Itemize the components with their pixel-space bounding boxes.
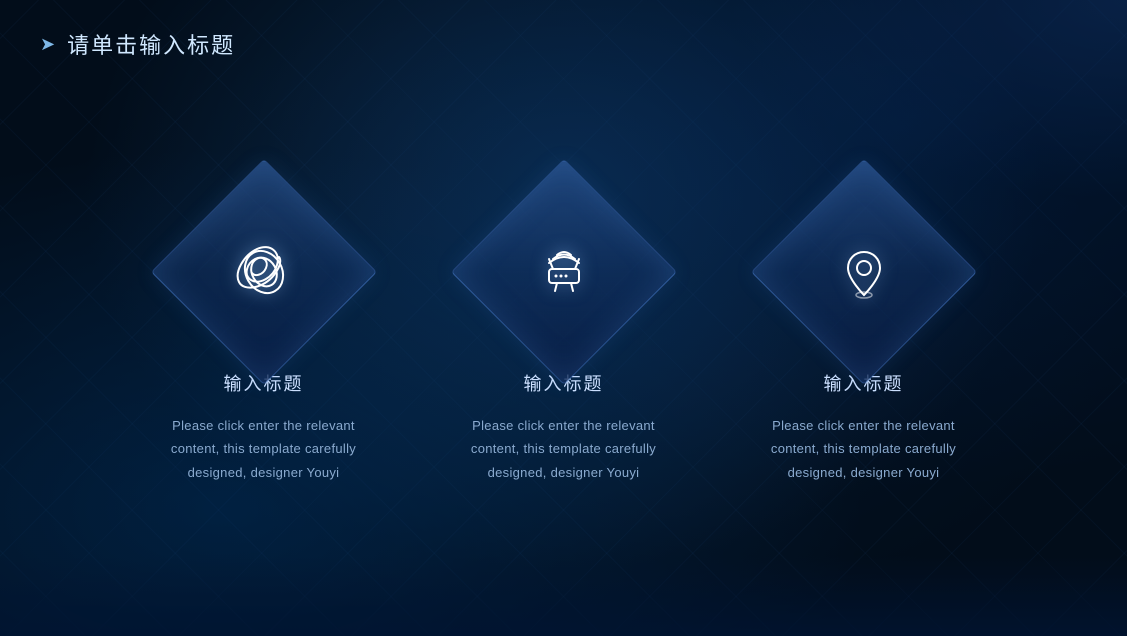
page-title[interactable]: 请单击输入标题 [67, 28, 235, 60]
card-2-description[interactable]: Please click enter the relevant content,… [454, 414, 674, 484]
card-3-icon-container [784, 192, 944, 352]
card-3-diamond [784, 192, 944, 352]
card-1-icon-container [184, 192, 344, 352]
paperclip-icon [229, 237, 299, 307]
router-icon [529, 237, 599, 307]
card-2: 输入标题 Please click enter the relevant con… [454, 192, 674, 484]
cards-container: 输入标题 Please click enter the relevant con… [0, 60, 1127, 636]
card-1: 输入标题 Please click enter the relevant con… [154, 192, 374, 484]
page-content: ➤ 请单击输入标题 输入标题 Please click enter the re… [0, 0, 1127, 636]
card-1-description[interactable]: Please click enter the relevant content,… [154, 414, 374, 484]
card-2-diamond [484, 192, 644, 352]
card-1-diamond [184, 192, 344, 352]
card-3: 输入标题 Please click enter the relevant con… [754, 192, 974, 484]
header-arrow-icon: ➤ [40, 34, 55, 55]
header: ➤ 请单击输入标题 [0, 0, 1127, 60]
location-icon [829, 237, 899, 307]
card-2-icon-container [484, 192, 644, 352]
card-3-description[interactable]: Please click enter the relevant content,… [754, 414, 974, 484]
